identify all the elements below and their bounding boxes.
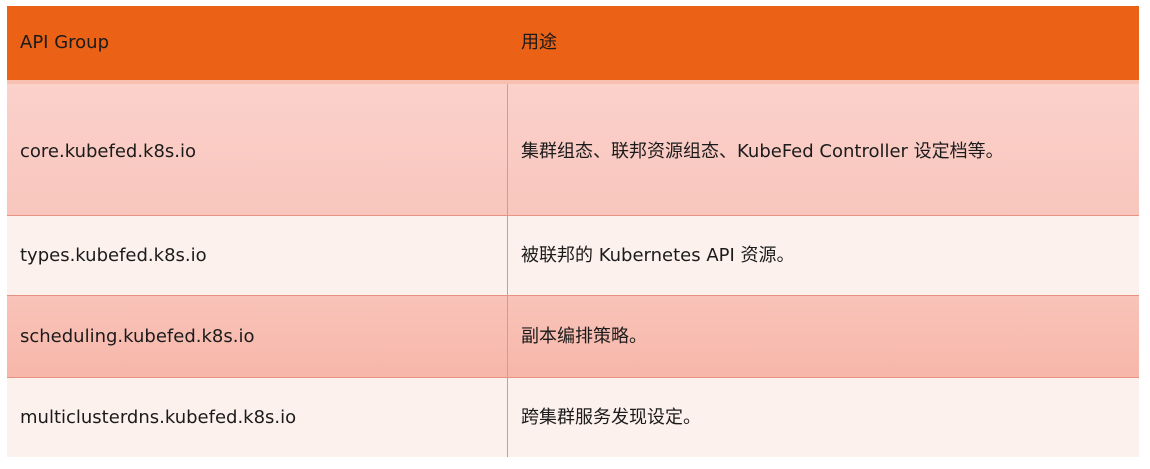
purpose-cell: 被联邦的 Kubernetes API 资源。: [521, 244, 795, 266]
table-row: multiclusterdns.kubefed.k8s.io 跨集群服务发现设定…: [7, 378, 1139, 457]
table-row: types.kubefed.k8s.io 被联邦的 Kubernetes API…: [7, 216, 1139, 296]
api-group-table: API Group 用途 core.kubefed.k8s.io 集群组态、联邦…: [7, 6, 1139, 469]
api-group-cell: core.kubefed.k8s.io: [7, 84, 508, 215]
table-row: scheduling.kubefed.k8s.io 副本编排策略。: [7, 296, 1139, 378]
table-row: core.kubefed.k8s.io 集群组态、联邦资源组态、KubeFed …: [7, 84, 1139, 216]
api-group-cell: types.kubefed.k8s.io: [7, 216, 508, 295]
table-header-row: API Group 用途: [7, 6, 1139, 84]
purpose-cell: 集群组态、联邦资源组态、KubeFed Controller 设定档等。: [521, 140, 1004, 162]
purpose-cell: 跨集群服务发现设定。: [521, 406, 701, 428]
api-group-cell: multiclusterdns.kubefed.k8s.io: [7, 378, 508, 457]
header-purpose: 用途: [521, 32, 557, 53]
purpose-cell: 副本编排策略。: [521, 325, 647, 347]
header-api-group: API Group: [20, 32, 109, 53]
api-group-cell: scheduling.kubefed.k8s.io: [7, 296, 508, 377]
